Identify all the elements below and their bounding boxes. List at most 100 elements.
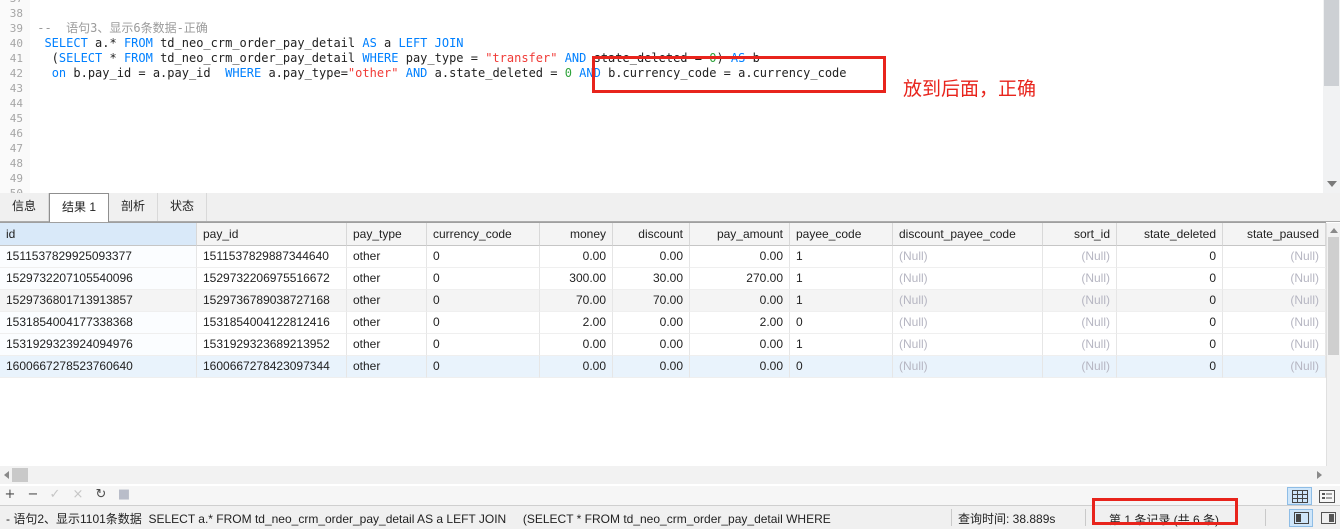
show-left-pane-toggle[interactable] [1289,509,1313,527]
apply-changes-icon[interactable]: ✓ [47,486,63,504]
cell-money[interactable]: 70.00 [540,290,613,312]
code-line[interactable]: 48 [0,156,1323,171]
cell-currency_code[interactable]: 0 [427,356,540,378]
code-line[interactable]: 38 [0,6,1323,21]
cell-pay_type[interactable]: other [347,290,427,312]
cell-pay_id[interactable]: 1529732206975516672 [197,268,347,290]
cell-pay_amount[interactable]: 2.00 [690,312,790,334]
cell-currency_code[interactable]: 0 [427,334,540,356]
sql-editor[interactable]: 373839 -- 语句3、显示6条数据-正确40 SELECT a.* FRO… [0,0,1323,193]
cell-pay_id[interactable]: 1529736789038727168 [197,290,347,312]
grid-view-toggle[interactable] [1287,487,1312,505]
cell-id[interactable]: 1529732207105540096 [0,268,197,290]
cell-payee_code[interactable]: 1 [790,290,893,312]
cell-discount[interactable]: 70.00 [613,290,690,312]
cell-money[interactable]: 0.00 [540,356,613,378]
cell-pay_amount[interactable]: 0.00 [690,334,790,356]
cell-pay_id[interactable]: 1600667278423097344 [197,356,347,378]
add-record-icon[interactable]: + [2,486,18,504]
form-view-toggle[interactable] [1314,487,1339,505]
cell-payee_code[interactable]: 1 [790,246,893,268]
cell-state_paused[interactable]: (Null) [1223,290,1326,312]
grid-vertical-scrollbar[interactable] [1326,223,1340,466]
cell-sort_id[interactable]: (Null) [1043,268,1117,290]
cell-discount_payee_code[interactable]: (Null) [893,290,1043,312]
cell-id[interactable]: 1531854004177338368 [0,312,197,334]
cell-currency_code[interactable]: 0 [427,312,540,334]
cell-state_deleted[interactable]: 0 [1117,246,1223,268]
cell-money[interactable]: 300.00 [540,268,613,290]
scroll-left-icon[interactable] [4,471,9,479]
table-row[interactable]: 1531929323924094976 1531929323689213952 ot… [0,334,1326,356]
cell-money[interactable]: 0.00 [540,334,613,356]
cell-discount_payee_code[interactable]: (Null) [893,246,1043,268]
cell-discount_payee_code[interactable]: (Null) [893,356,1043,378]
tab-状态[interactable]: 状态 [158,193,208,221]
cell-payee_code[interactable]: 0 [790,356,893,378]
cell-pay_amount[interactable]: 0.00 [690,290,790,312]
cell-pay_type[interactable]: other [347,246,427,268]
cell-state_deleted[interactable]: 0 [1117,290,1223,312]
scroll-up-icon[interactable] [1330,228,1338,233]
table-row[interactable]: 1511537829925093377 1511537829887344640 ot… [0,246,1326,268]
table-row[interactable]: 1529736801713913857 1529736789038727168 ot… [0,290,1326,312]
column-header-state_paused[interactable]: state_paused [1223,223,1326,246]
cell-discount[interactable]: 0.00 [613,246,690,268]
cell-currency_code[interactable]: 0 [427,268,540,290]
discard-changes-icon[interactable]: × [70,486,86,504]
cell-state_deleted[interactable]: 0 [1117,312,1223,334]
cell-state_paused[interactable]: (Null) [1223,268,1326,290]
cell-sort_id[interactable]: (Null) [1043,290,1117,312]
cell-pay_type[interactable]: other [347,268,427,290]
cell-discount_payee_code[interactable]: (Null) [893,268,1043,290]
stop-icon[interactable]: ■ [116,486,132,504]
cell-id[interactable]: 1529736801713913857 [0,290,197,312]
code-line[interactable]: 39 -- 语句3、显示6条数据-正确 [0,21,1323,36]
code-line[interactable]: 41 (SELECT * FROM td_neo_crm_order_pay_d… [0,51,1323,66]
cell-pay_amount[interactable]: 0.00 [690,356,790,378]
cell-currency_code[interactable]: 0 [427,290,540,312]
cell-pay_id[interactable]: 1531929323689213952 [197,334,347,356]
grid-vscrollbar-thumb[interactable] [1328,237,1339,355]
table-row[interactable]: 1531854004177338368 1531854004122812416 ot… [0,312,1326,334]
editor-scrollbar-thumb[interactable] [1324,0,1339,86]
cell-state_paused[interactable]: (Null) [1223,356,1326,378]
cell-money[interactable]: 2.00 [540,312,613,334]
cell-pay_amount[interactable]: 0.00 [690,246,790,268]
cell-money[interactable]: 0.00 [540,246,613,268]
cell-state_deleted[interactable]: 0 [1117,334,1223,356]
cell-sort_id[interactable]: (Null) [1043,312,1117,334]
code-line[interactable]: 45 [0,111,1323,126]
cell-payee_code[interactable]: 1 [790,334,893,356]
column-header-id[interactable]: id [0,223,197,246]
code-line[interactable]: 43 [0,81,1323,96]
cell-discount[interactable]: 0.00 [613,334,690,356]
column-header-sort_id[interactable]: sort_id [1043,223,1117,246]
cell-payee_code[interactable]: 0 [790,312,893,334]
cell-state_paused[interactable]: (Null) [1223,246,1326,268]
editor-vertical-scrollbar[interactable] [1323,0,1340,193]
cell-id[interactable]: 1600667278523760640 [0,356,197,378]
cell-id[interactable]: 1511537829925093377 [0,246,197,268]
cell-state_deleted[interactable]: 0 [1117,268,1223,290]
cell-state_paused[interactable]: (Null) [1223,334,1326,356]
cell-sort_id[interactable]: (Null) [1043,334,1117,356]
tab-结果 1[interactable]: 结果 1 [49,193,110,222]
show-right-pane-toggle[interactable] [1316,509,1340,527]
code-line[interactable]: 47 [0,141,1323,156]
cell-discount_payee_code[interactable]: (Null) [893,312,1043,334]
cell-payee_code[interactable]: 1 [790,268,893,290]
code-line[interactable]: 44 [0,96,1323,111]
cell-state_paused[interactable]: (Null) [1223,312,1326,334]
cell-state_deleted[interactable]: 0 [1117,356,1223,378]
column-header-currency_code[interactable]: currency_code [427,223,540,246]
scroll-right-icon[interactable] [1317,471,1322,479]
refresh-icon[interactable]: ↻ [93,486,109,504]
column-header-pay_id[interactable]: pay_id [197,223,347,246]
table-row[interactable]: 1600667278523760640 1600667278423097344 ot… [0,356,1326,378]
column-header-state_deleted[interactable]: state_deleted [1117,223,1223,246]
tab-信息[interactable]: 信息 [0,193,50,221]
cell-pay_type[interactable]: other [347,334,427,356]
column-header-pay_amount[interactable]: pay_amount [690,223,790,246]
grid-horizontal-scrollbar[interactable] [0,466,1340,484]
